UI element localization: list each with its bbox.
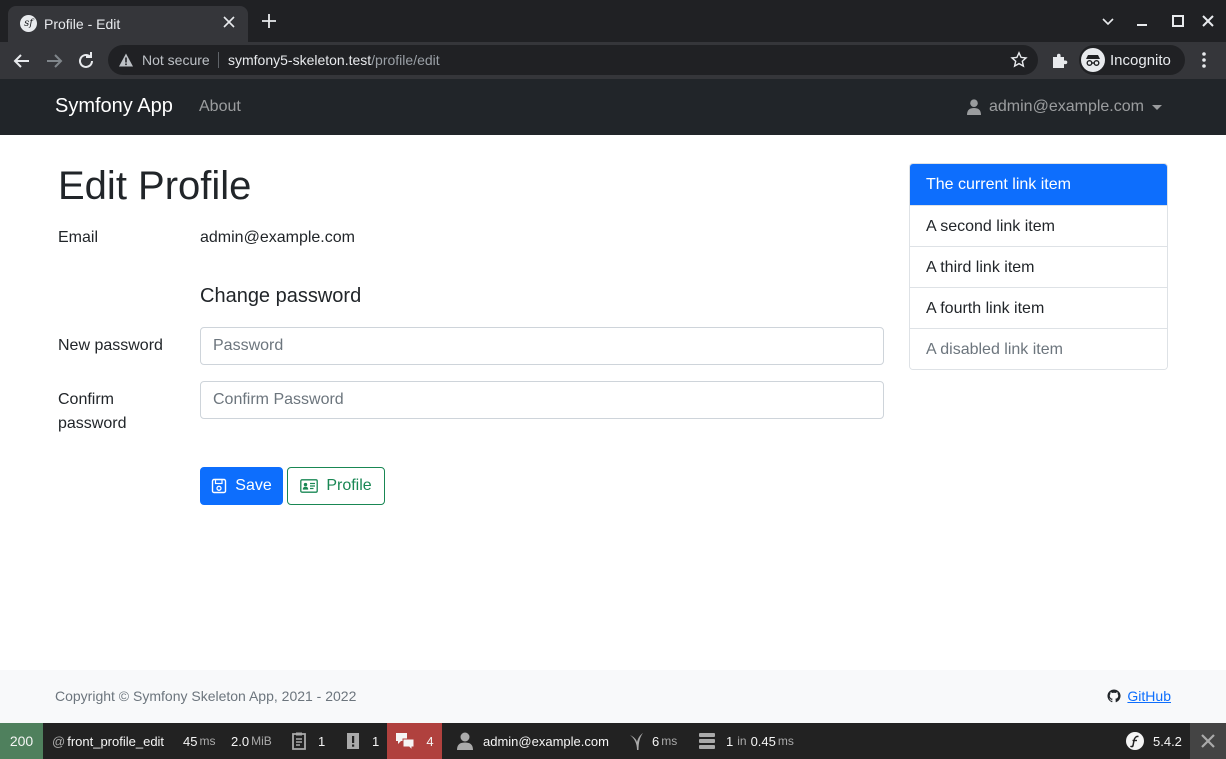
browser-menu-icon[interactable]: [1198, 50, 1210, 70]
profile-button[interactable]: Profile: [287, 467, 385, 505]
list-item-second[interactable]: A second link item: [910, 205, 1167, 246]
app-navbar: Symfony App About admin@example.com: [0, 79, 1226, 135]
user-dropdown-toggle[interactable]: admin@example.com: [967, 97, 1162, 117]
nav-link-about[interactable]: About: [199, 98, 241, 116]
sf-logs-icon: [292, 732, 306, 750]
security-status[interactable]: Not secure: [142, 52, 210, 68]
sf-db-unit: ms: [777, 734, 794, 748]
sf-route[interactable]: @ front_profile_edit: [43, 723, 164, 759]
sf-logs[interactable]: 1: [289, 723, 325, 759]
bookmark-star-icon[interactable]: [1010, 51, 1028, 69]
floppy-disk-icon: [212, 478, 227, 494]
url-path: /profile/edit: [371, 52, 440, 68]
github-link-label: GitHub: [1127, 688, 1171, 704]
page-footer: Copyright © Symfony Skeleton App, 2021 -…: [0, 670, 1226, 723]
list-item-fourth[interactable]: A fourth link item: [910, 287, 1167, 328]
id-card-icon: [300, 479, 319, 493]
sf-route-at-symbol: @: [52, 733, 66, 749]
list-item-third[interactable]: A third link item: [910, 246, 1167, 287]
sf-memory-value: 2.0: [231, 733, 250, 749]
browser-toolbar: Not secure symfony5-skeleton.test/profil…: [0, 42, 1226, 79]
sf-time-unit: ms: [199, 734, 216, 748]
new-tab-button[interactable]: [259, 12, 279, 32]
page-title: Edit Profile: [58, 164, 252, 208]
tab-title: Profile - Edit: [44, 16, 121, 32]
sidebar-list-group: The current link item A second link item…: [909, 163, 1168, 370]
sf-time-value: 45: [183, 733, 198, 749]
sf-user-icon: [457, 732, 473, 750]
extensions-puzzle-icon[interactable]: [1049, 51, 1069, 71]
list-item-current[interactable]: The current link item: [910, 164, 1167, 205]
sf-twig[interactable]: 6 ms: [627, 723, 677, 759]
email-value: admin@example.com: [200, 229, 355, 246]
incognito-label: Incognito: [1110, 52, 1171, 69]
sf-errors[interactable]: 1: [343, 723, 379, 759]
save-button-label: Save: [235, 477, 272, 494]
sf-request-time[interactable]: 45 ms: [183, 723, 215, 759]
save-button[interactable]: Save: [200, 467, 283, 505]
change-password-heading: Change password: [200, 285, 362, 307]
sf-status-code[interactable]: 200: [0, 723, 43, 759]
address-bar[interactable]: Not secure symfony5-skeleton.test/profil…: [108, 45, 1038, 75]
back-arrow-icon[interactable]: [10, 49, 34, 73]
warning-triangle-icon[interactable]: [118, 52, 134, 68]
sf-route-name: front_profile_edit: [67, 733, 165, 749]
symfony-debug-toolbar: 200 @ front_profile_edit 45 ms 2.0 MiB 1…: [0, 723, 1226, 759]
sf-version-number: 5.4.2: [1153, 733, 1182, 749]
sf-security-user[interactable]: admin@example.com: [455, 723, 609, 759]
browser-tab-profile-edit[interactable]: sf Profile - Edit: [8, 6, 248, 42]
incognito-icon: [1081, 48, 1105, 72]
new-password-input[interactable]: [200, 327, 884, 365]
sf-toolbar-close-icon[interactable]: [1190, 723, 1226, 759]
email-label: Email: [58, 229, 99, 246]
github-icon: [1107, 689, 1121, 703]
sf-memory-unit: MiB: [251, 734, 272, 748]
copyright-text: Copyright © Symfony Skeleton App, 2021 -…: [55, 688, 357, 704]
symfony-logo-icon: [1126, 732, 1144, 750]
user-email: admin@example.com: [989, 98, 1144, 115]
close-tab-icon[interactable]: [220, 14, 238, 32]
github-link[interactable]: GitHub: [1107, 688, 1171, 704]
sf-db-time: 0.45: [750, 733, 776, 749]
incognito-profile-button[interactable]: Incognito: [1079, 45, 1185, 75]
sf-database-icon: [699, 733, 715, 749]
symfony-favicon-icon: sf: [20, 15, 37, 32]
sf-user-email: admin@example.com: [483, 733, 609, 749]
sf-db-queries: 1: [726, 733, 734, 749]
sf-database[interactable]: 1 in 0.45 ms: [697, 723, 794, 759]
sf-translation-icon: [396, 733, 415, 751]
navbar-brand[interactable]: Symfony App: [55, 95, 173, 118]
confirm-password-label: Confirm password: [58, 388, 126, 436]
omnibox-divider: [218, 52, 219, 68]
new-password-label: New password: [58, 337, 163, 354]
minimize-window-icon[interactable]: [1133, 12, 1151, 30]
sf-exclamation-icon: [347, 733, 359, 749]
user-icon: [967, 99, 981, 115]
sf-twig-icon: [630, 733, 643, 750]
confirm-password-label-line1: Confirm: [58, 391, 115, 408]
confirm-password-label-line2: password: [58, 415, 127, 432]
list-item-disabled: A disabled link item: [910, 328, 1167, 369]
sf-logs-count: 1: [318, 733, 326, 749]
url-host: symfony5-skeleton.test: [228, 52, 372, 68]
sf-translations[interactable]: 4: [387, 723, 442, 759]
sf-symfony-version[interactable]: 5.4.2: [1125, 723, 1182, 759]
sf-twig-value: 6: [652, 733, 660, 749]
forward-arrow-icon[interactable]: [42, 49, 66, 73]
sf-db-in: in: [737, 734, 747, 748]
close-window-icon[interactable]: [1199, 12, 1217, 30]
tab-search-chevron-icon[interactable]: [1099, 12, 1117, 30]
sf-twig-unit: ms: [661, 734, 678, 748]
maximize-window-icon[interactable]: [1169, 12, 1187, 30]
url-text[interactable]: symfony5-skeleton.test/profile/edit: [228, 52, 440, 68]
browser-tab-bar: sf Profile - Edit: [0, 0, 1226, 42]
reload-icon[interactable]: [74, 49, 98, 73]
sf-translations-count: 4: [426, 733, 434, 749]
caret-down-icon: [1151, 104, 1162, 110]
profile-button-label: Profile: [326, 477, 372, 494]
confirm-password-input[interactable]: [200, 381, 884, 419]
sf-errors-count: 1: [372, 733, 380, 749]
sf-memory[interactable]: 2.0 MiB: [231, 723, 272, 759]
